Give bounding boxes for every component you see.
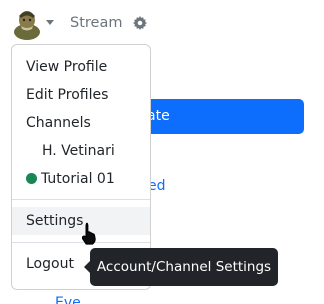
gear-icon[interactable]	[133, 16, 147, 30]
menu-item-channels[interactable]: Channels	[12, 109, 150, 137]
settings-tooltip: Account/Channel Settings	[84, 248, 278, 286]
hand-pointer-cursor-icon	[82, 222, 96, 245]
tooltip-arrow	[84, 261, 90, 273]
background-bottom-link[interactable]: Eve...	[55, 295, 94, 304]
menu-item-channel-h-vetinari[interactable]: H. Vetinari	[12, 137, 150, 165]
avatar[interactable]	[12, 8, 42, 40]
chevron-down-icon[interactable]	[46, 20, 54, 25]
menu-item-label: Tutorial 01	[41, 171, 115, 187]
top-navbar: Stream	[0, 0, 324, 50]
menu-divider	[12, 242, 150, 243]
menu-item-view-profile[interactable]: View Profile	[12, 53, 150, 81]
menu-item-settings[interactable]: Settings	[12, 207, 150, 235]
tooltip-text: Account/Channel Settings	[96, 259, 272, 275]
menu-item-edit-profiles[interactable]: Edit Profiles	[12, 81, 150, 109]
menu-item-channel-tutorial-01[interactable]: Tutorial 01	[12, 165, 150, 193]
menu-divider	[12, 199, 150, 200]
primary-action-button[interactable]: ate	[132, 99, 304, 134]
nav-stream-link[interactable]: Stream	[70, 15, 122, 31]
online-status-dot	[26, 173, 37, 184]
